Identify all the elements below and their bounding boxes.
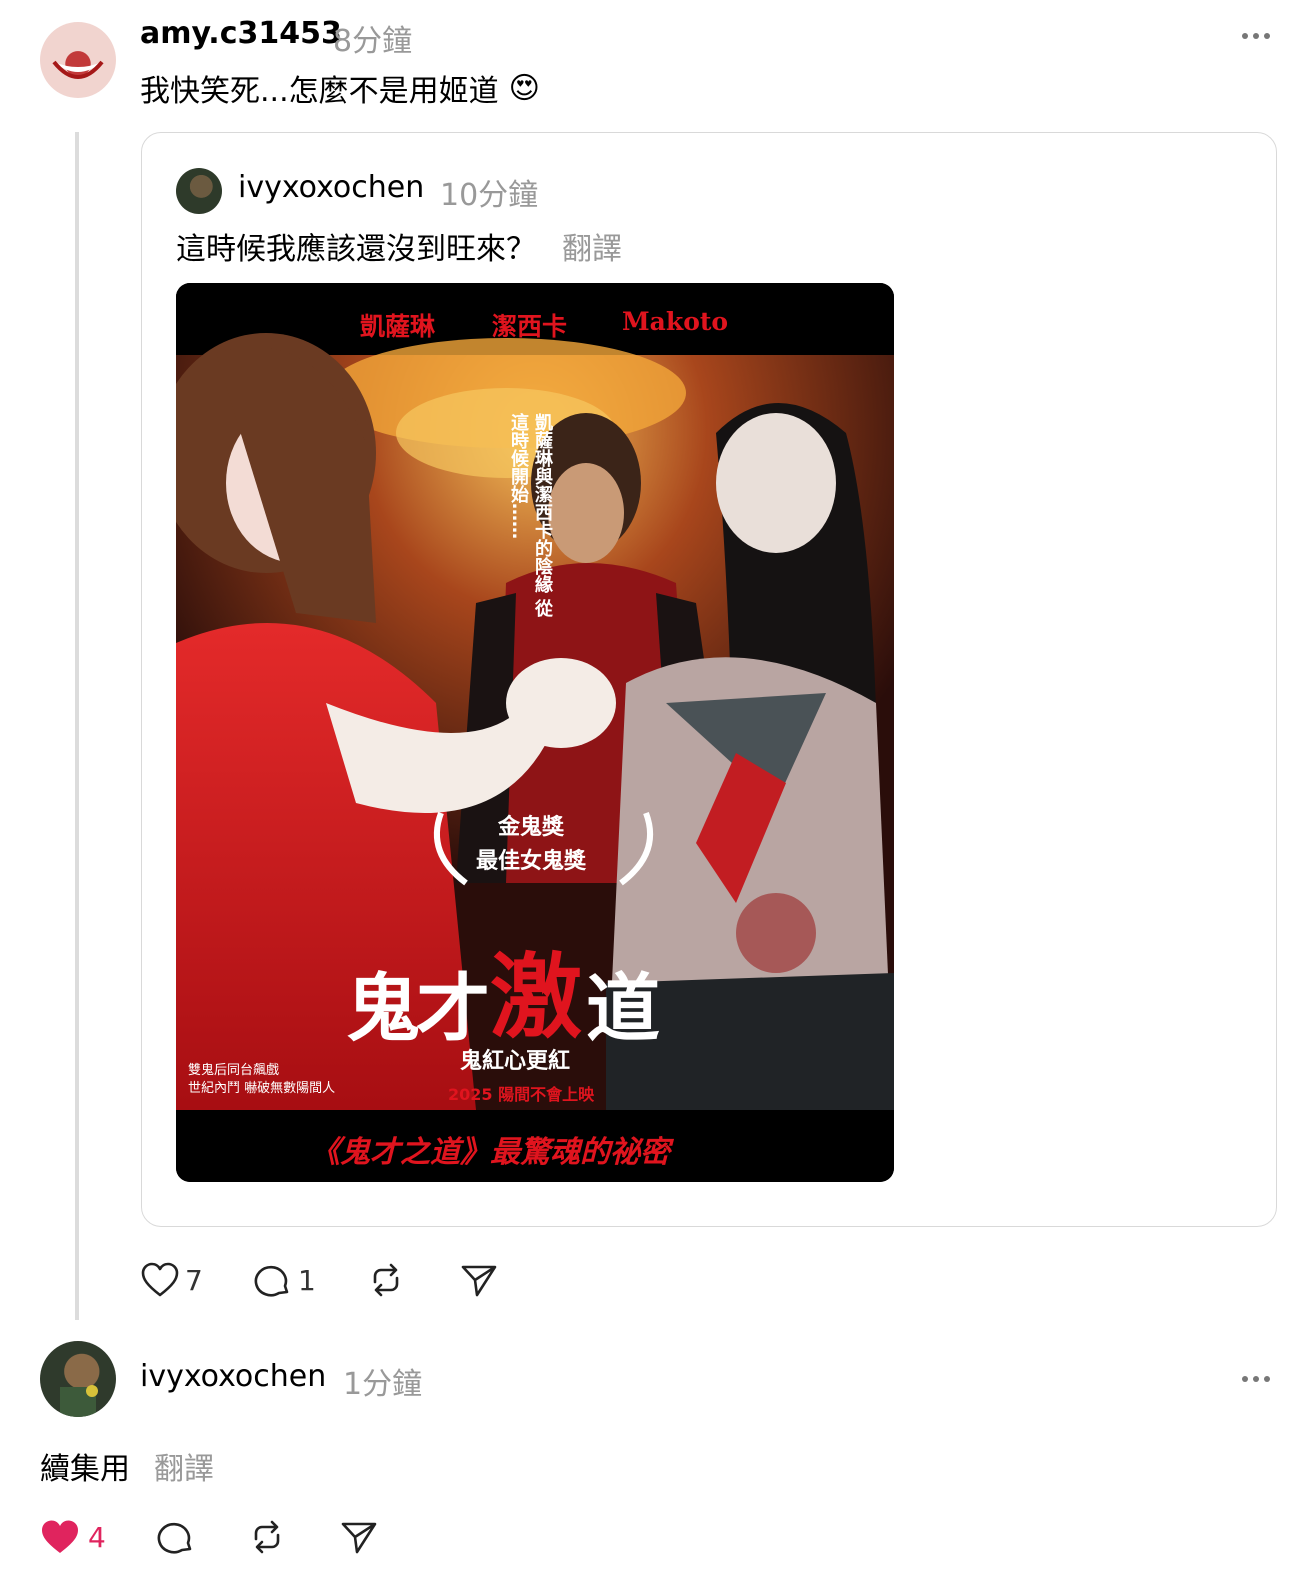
comment1-reply-count: 1 [298,1263,316,1297]
avatar-ivy[interactable] [40,1341,116,1417]
avatar-image [52,60,104,79]
comment1-text: 我快笑死...怎麼不是用姬道 [140,74,499,109]
comment1-repost-button[interactable] [367,1262,405,1302]
quoted-text: 這時候我應該還沒到旺來？ [176,232,536,267]
poster-cast-3: Makoto [622,307,729,336]
quoted-time: 10分鐘 [440,178,539,213]
poster-left-line2: 世紀內鬥 嚇破無數陽間人 [188,1081,336,1096]
poster-left-line1: 雙鬼后同台飆戲 [188,1063,280,1078]
send-icon [341,1522,377,1554]
comment2-share-button[interactable] [340,1519,378,1559]
comment2-time: 1分鐘 [343,1367,423,1402]
comment2-text: 續集用 [40,1452,130,1487]
poster-award-line2: 最佳女鬼獎 [476,849,587,874]
avatar-amy[interactable] [40,22,116,98]
quoted-post-image[interactable]: 凱薩琳 潔西卡 Makoto 凱薩琳與潔西卡的陰緣 從這時候開始…… 金鬼獎 最… [176,283,894,1182]
poster-cast-2: 潔西卡 [492,312,568,341]
comment-icon [254,1265,289,1297]
comment2-more-icon[interactable] [1240,1367,1274,1395]
heart-eyes-emoji: 😍 [508,70,540,106]
comment1-share-button[interactable] [460,1262,498,1302]
avatar-image [60,1385,98,1417]
poster-subtitle: 鬼紅心更紅 [460,1049,571,1074]
send-icon [461,1265,497,1297]
comment2-reply-button[interactable] [157,1519,195,1559]
comment1-like-button[interactable]: 7 [141,1262,203,1298]
comment2-like-count: 4 [88,1520,106,1554]
comment1-reply-button[interactable]: 1 [254,1262,316,1298]
comment1-like-count: 7 [185,1263,203,1297]
poster-title-part1: 鬼才 [346,966,490,1052]
comment2-translate-link[interactable]: 翻譯 [154,1444,214,1488]
poster-cast-1: 凱薩琳 [360,312,436,341]
poster-title-part3: 道 [586,966,661,1052]
comment2-like-button[interactable]: 4 [40,1519,106,1555]
quoted-username[interactable]: ivyxoxochen [238,170,424,205]
poster-award-line1: 金鬼獎 [498,815,565,840]
poster-vertical-tagline: 凱薩琳與潔西卡的陰緣 從這時候開始…… [508,413,553,618]
poster-title-part2: 激 [490,944,583,1051]
poster-release: 2025 陽間不會上映 [448,1085,595,1104]
comment2-body: 續集用 翻譯 [40,1444,214,1488]
comment2-repost-button[interactable] [248,1519,286,1559]
poster-title: 鬼才 激 道 [346,923,660,1056]
heart-outline-icon [141,1262,179,1297]
comment2-username[interactable]: ivyxoxochen [140,1359,326,1394]
quoted-body: 這時候我應該還沒到旺來？ 翻譯 [176,224,622,268]
comment1-more-icon[interactable] [1240,24,1274,52]
quoted-avatar[interactable] [176,168,222,214]
heart-filled-icon [42,1520,78,1553]
thread-line [75,132,79,1320]
comment1-time: 8分鐘 [333,24,413,59]
comment1-body: 我快笑死...怎麼不是用姬道 😍 [140,66,540,110]
repost-icon [254,1520,280,1554]
quoted-translate-link[interactable]: 翻譯 [562,224,622,268]
comment1-username[interactable]: amy.c31453 [140,16,342,51]
repost-icon [373,1263,399,1297]
poster-banner: 《鬼才之道》最驚魂的祕密 [310,1135,670,1170]
comment-icon [157,1522,192,1554]
